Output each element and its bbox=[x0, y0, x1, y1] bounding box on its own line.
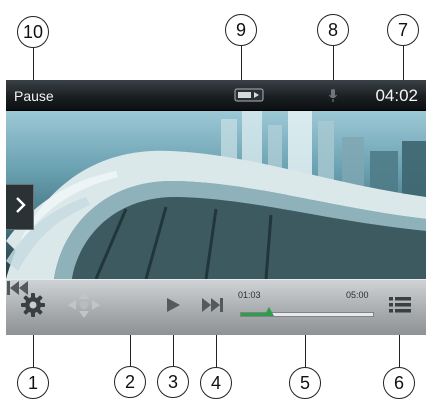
head-unit-screen: Pause 04:02 01:03 05:00 bbox=[6, 80, 426, 335]
chevron-right-icon bbox=[14, 196, 26, 219]
leader-9 bbox=[241, 46, 242, 84]
callout-5: 5 bbox=[289, 367, 321, 399]
play-button[interactable] bbox=[160, 292, 186, 322]
callout-2: 2 bbox=[114, 366, 146, 398]
microphone-icon bbox=[328, 88, 338, 108]
next-track-button[interactable] bbox=[198, 292, 226, 322]
play-icon bbox=[165, 297, 181, 318]
playback-state-label: Pause bbox=[14, 88, 54, 104]
video-frame-illustration bbox=[6, 111, 426, 279]
callout-1: 1 bbox=[17, 367, 49, 399]
callout-3: 3 bbox=[157, 366, 189, 398]
elapsed-time: 01:03 bbox=[238, 290, 261, 300]
leader-7 bbox=[403, 46, 404, 84]
dpad-button[interactable] bbox=[64, 290, 104, 324]
video-playback-area[interactable] bbox=[6, 111, 426, 279]
list-icon bbox=[388, 295, 412, 320]
total-time: 05:00 bbox=[346, 290, 369, 300]
leader-10 bbox=[33, 48, 34, 80]
callout-4: 4 bbox=[200, 367, 232, 399]
callout-6: 6 bbox=[383, 367, 415, 399]
progress-slider[interactable] bbox=[240, 307, 374, 317]
media-source-icon[interactable] bbox=[234, 88, 264, 107]
callout-8: 8 bbox=[317, 14, 349, 46]
side-panel-toggle[interactable] bbox=[6, 184, 34, 230]
progress-thumb[interactable] bbox=[264, 307, 274, 316]
playback-control-bar: 01:03 05:00 bbox=[6, 279, 426, 335]
dpad-icon bbox=[66, 290, 102, 325]
skip-next-icon bbox=[200, 297, 224, 318]
callout-10: 10 bbox=[17, 16, 49, 48]
status-bar: Pause 04:02 bbox=[6, 80, 426, 111]
callout-7: 7 bbox=[387, 14, 419, 46]
clock-display: 04:02 bbox=[375, 86, 418, 105]
callout-9: 9 bbox=[225, 14, 257, 46]
skip-previous-icon bbox=[6, 280, 30, 301]
previous-track-button[interactable] bbox=[6, 280, 30, 301]
leader-8 bbox=[333, 46, 334, 84]
playlist-button[interactable] bbox=[386, 294, 414, 320]
